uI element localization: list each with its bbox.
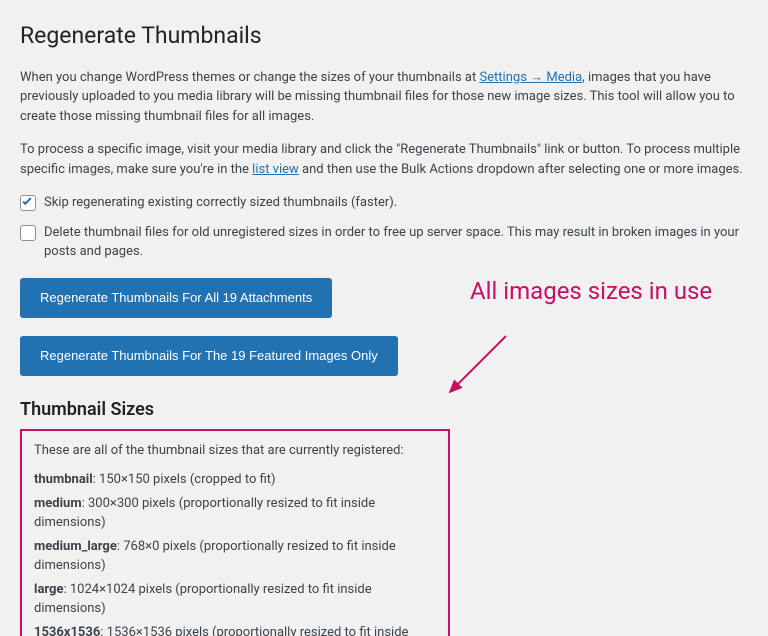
thumbnail-size-row: large: 1024×1024 pixels (proportionally …: [34, 580, 436, 619]
thumbnail-size-name: medium_large: [34, 539, 117, 554]
thumbnail-size-desc: 300×300 pixels (proportionally resized t…: [34, 496, 375, 531]
thumbnail-size-row: medium_large: 768×0 pixels (proportional…: [34, 537, 436, 576]
thumbnail-size-name: 1536x1536: [34, 625, 100, 636]
skip-checkbox[interactable]: [20, 195, 36, 211]
delete-checkbox-label[interactable]: Delete thumbnail files for old unregiste…: [44, 223, 748, 262]
thumbnail-size-name: medium: [34, 496, 82, 511]
thumbnail-size-desc: 1024×1024 pixels (proportionally resized…: [34, 582, 372, 617]
skip-checkbox-label[interactable]: Skip regenerating existing correctly siz…: [44, 193, 397, 213]
regenerate-all-button[interactable]: Regenerate Thumbnails For All 19 Attachm…: [20, 278, 332, 318]
thumbnail-sizes-intro: These are all of the thumbnail sizes tha…: [34, 441, 436, 461]
option-skip-row: Skip regenerating existing correctly siz…: [20, 193, 748, 213]
page-title: Regenerate Thumbnails: [20, 10, 748, 58]
intro-paragraph-2: To process a specific image, visit your …: [20, 140, 748, 179]
intro-paragraph-1: When you change WordPress themes or chan…: [20, 68, 748, 127]
regenerate-featured-button[interactable]: Regenerate Thumbnails For The 19 Feature…: [20, 336, 398, 376]
intro-text: When you change WordPress themes or chan…: [20, 70, 479, 85]
thumbnail-size-name: thumbnail: [34, 472, 93, 487]
intro2-text-tail: and then use the Bulk Actions dropdown a…: [299, 162, 743, 177]
option-delete-row: Delete thumbnail files for old unregiste…: [20, 223, 748, 262]
thumbnail-size-name: large: [34, 582, 64, 597]
thumbnail-size-row: medium: 300×300 pixels (proportionally r…: [34, 494, 436, 533]
thumbnail-sizes-panel: These are all of the thumbnail sizes tha…: [20, 429, 450, 636]
settings-media-link[interactable]: Settings → Media: [479, 70, 582, 85]
thumbnail-size-desc: 150×150 pixels (cropped to fit): [99, 472, 276, 487]
delete-checkbox[interactable]: [20, 225, 36, 241]
list-view-link[interactable]: list view: [252, 162, 299, 177]
thumbnail-sizes-heading: Thumbnail Sizes: [20, 396, 748, 423]
thumbnail-size-row: thumbnail: 150×150 pixels (cropped to fi…: [34, 470, 436, 490]
thumbnail-size-row: 1536x1536: 1536×1536 pixels (proportiona…: [34, 623, 436, 636]
